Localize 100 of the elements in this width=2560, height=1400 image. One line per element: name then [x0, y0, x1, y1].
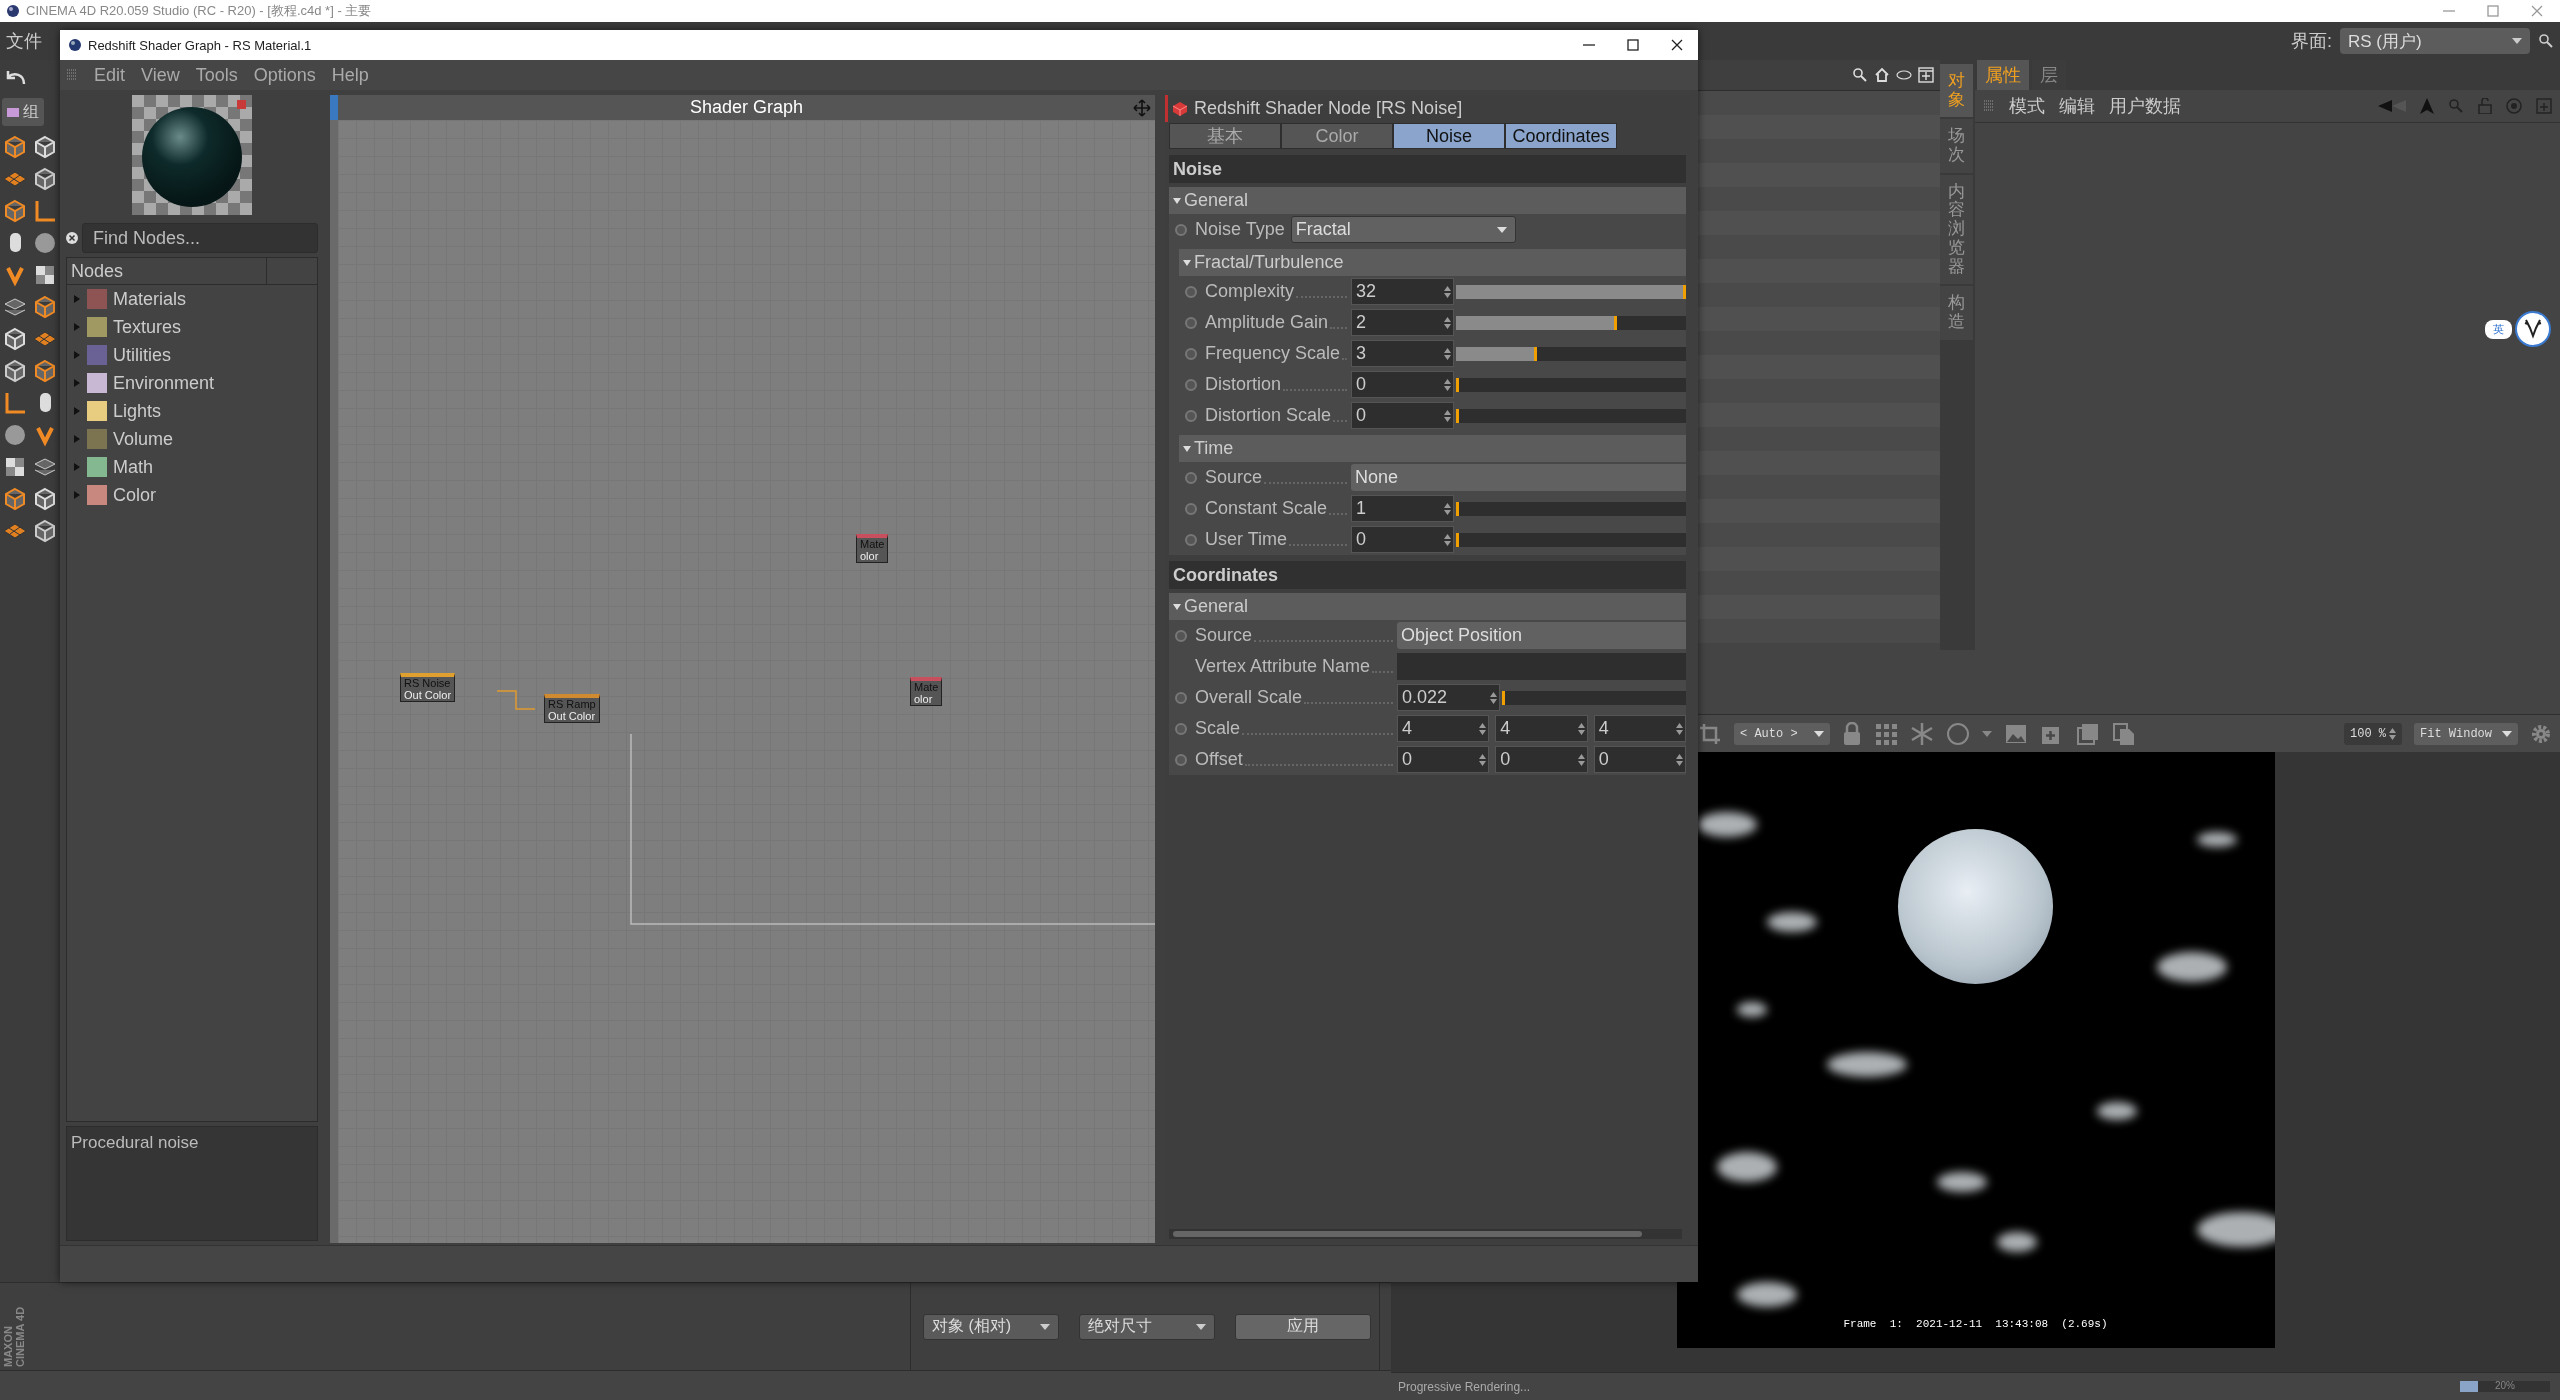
slider-track[interactable]: [1456, 377, 1686, 392]
layer-stack-icon[interactable]: [2076, 721, 2100, 746]
tree-item[interactable]: Volume: [113, 428, 174, 450]
spinner-icon[interactable]: [1577, 753, 1585, 766]
keyframe-toggle[interactable]: [1185, 533, 1197, 546]
cube-icon[interactable]: [32, 518, 58, 544]
spinner-icon[interactable]: [2389, 727, 2396, 740]
menu-item[interactable]: 模式: [2009, 94, 2045, 118]
apply-button[interactable]: 应用: [1235, 1313, 1371, 1340]
keyframe-toggle[interactable]: [1185, 409, 1197, 422]
group-header[interactable]: Fractal/Turbulence: [1179, 249, 1686, 276]
snowflake-icon[interactable]: [1910, 721, 1934, 746]
search-field[interactable]: Find Nodes...: [82, 223, 318, 253]
zoom-field[interactable]: 100 %: [2344, 722, 2402, 745]
close-icon[interactable]: [1670, 38, 1684, 52]
tree-item[interactable]: Utilities: [113, 344, 171, 366]
tree-item[interactable]: Textures: [113, 316, 182, 338]
manager-tab[interactable]: 内容浏览器: [1940, 174, 1973, 285]
slider-track[interactable]: [1456, 315, 1686, 330]
up-arrow-icon[interactable]: [2420, 98, 2434, 114]
coordinate-dropdown[interactable]: 绝对尺寸: [1079, 1313, 1215, 1340]
search-icon[interactable]: [2538, 33, 2554, 49]
cube-icon[interactable]: [2, 198, 28, 224]
checker-cube-icon[interactable]: [32, 486, 58, 512]
crop-icon[interactable]: [1698, 721, 1722, 746]
slider-track[interactable]: [1456, 408, 1686, 423]
shader-node[interactable]: Mate olor: [910, 677, 943, 706]
spinner-icon[interactable]: [1444, 347, 1451, 360]
expand-arrow-icon[interactable]: [1183, 444, 1191, 453]
cube-icon[interactable]: [2, 486, 28, 512]
scrollbar[interactable]: [1169, 1229, 1682, 1239]
keyframe-toggle[interactable]: [1175, 223, 1187, 236]
number-field[interactable]: 2: [1351, 309, 1454, 336]
menu-item[interactable]: Options: [253, 64, 316, 86]
cube-icon[interactable]: [32, 166, 58, 192]
menu-item[interactable]: Tools: [195, 64, 238, 86]
target-icon[interactable]: [2506, 98, 2522, 114]
cube-icon[interactable]: [32, 294, 58, 320]
settings-icon[interactable]: [2530, 722, 2552, 745]
spinner-icon[interactable]: [1444, 378, 1451, 391]
number-field[interactable]: 3: [1351, 340, 1454, 367]
expand-arrow-icon[interactable]: [1173, 196, 1181, 205]
number-field[interactable]: 0: [1495, 746, 1588, 773]
shader-node[interactable]: Mate olor: [856, 534, 889, 563]
lock-icon[interactable]: [1842, 721, 1862, 746]
spinner-icon[interactable]: [1444, 502, 1451, 515]
menu-item[interactable]: 编辑: [2059, 94, 2095, 118]
slider-track[interactable]: [1456, 346, 1686, 361]
cube-icon[interactable]: [2, 358, 28, 384]
maximize-icon[interactable]: [1626, 38, 1640, 52]
clear-icon[interactable]: [66, 232, 78, 244]
tree-item[interactable]: Lights: [113, 400, 162, 422]
number-field[interactable]: 0: [1351, 402, 1454, 429]
spinner-icon[interactable]: [1490, 691, 1497, 704]
shader-node[interactable]: RS Noise Out Color: [400, 673, 456, 702]
spinner-icon[interactable]: [1479, 722, 1487, 735]
keyframe-toggle[interactable]: [1185, 285, 1197, 298]
keyframe-toggle[interactable]: [1175, 629, 1187, 642]
choice-button[interactable]: Object Position: [1397, 622, 1686, 649]
fit-view-icon[interactable]: [1133, 99, 1151, 117]
group-header[interactable]: General: [1169, 187, 1686, 214]
keyframe-toggle[interactable]: [1185, 347, 1197, 360]
grid-icon[interactable]: [1874, 721, 1898, 746]
number-field[interactable]: 0.022: [1397, 684, 1500, 711]
fit-dropdown[interactable]: Fit Window: [2414, 722, 2518, 745]
number-field[interactable]: 0: [1351, 526, 1454, 553]
number-field[interactable]: 4: [1593, 715, 1686, 742]
manager-tab[interactable]: 对象: [1940, 64, 1973, 118]
spinner-icon[interactable]: [1479, 753, 1487, 766]
spinner-icon[interactable]: [1577, 722, 1585, 735]
tree-item[interactable]: Color: [113, 484, 156, 506]
manager-tab[interactable]: 构造: [1940, 286, 1973, 340]
slider-track[interactable]: [1456, 532, 1686, 547]
slider-track[interactable]: [1456, 284, 1686, 299]
shader-node[interactable]: RS Ramp Out Color: [544, 694, 600, 723]
keyframe-toggle[interactable]: [1185, 502, 1197, 515]
spinner-icon[interactable]: [1444, 533, 1451, 546]
expand-arrow-icon[interactable]: [1183, 258, 1191, 267]
dropdown[interactable]: Fractal: [1290, 216, 1516, 243]
keyframe-toggle[interactable]: [1185, 316, 1197, 329]
search-icon[interactable]: [1852, 67, 1868, 83]
keyframe-toggle[interactable]: [1175, 753, 1187, 766]
expand-arrow-icon[interactable]: [1173, 602, 1181, 611]
menu-item[interactable]: Help: [331, 64, 369, 86]
layer-chip[interactable]: 组: [2, 98, 44, 126]
tree-item[interactable]: Environment: [113, 372, 215, 394]
menu-item[interactable]: 文件: [6, 29, 42, 53]
manager-tab[interactable]: 场次: [1940, 119, 1973, 173]
spinner-icon[interactable]: [1676, 753, 1683, 766]
interface-dropdown[interactable]: RS (用户): [2340, 28, 2530, 54]
number-field[interactable]: 1: [1351, 495, 1454, 522]
property-tab[interactable]: Coordinates: [1505, 123, 1617, 149]
back-arrow-icon[interactable]: [2378, 99, 2406, 113]
menu-item[interactable]: 用户数据: [2109, 94, 2181, 118]
property-tab[interactable]: 基本: [1169, 123, 1281, 149]
eye-icon[interactable]: [1896, 67, 1912, 83]
choice-button[interactable]: None: [1351, 464, 1686, 491]
tree-item[interactable]: Math: [113, 456, 154, 478]
property-tab[interactable]: Color: [1281, 123, 1393, 149]
number-field[interactable]: 4: [1397, 715, 1490, 742]
